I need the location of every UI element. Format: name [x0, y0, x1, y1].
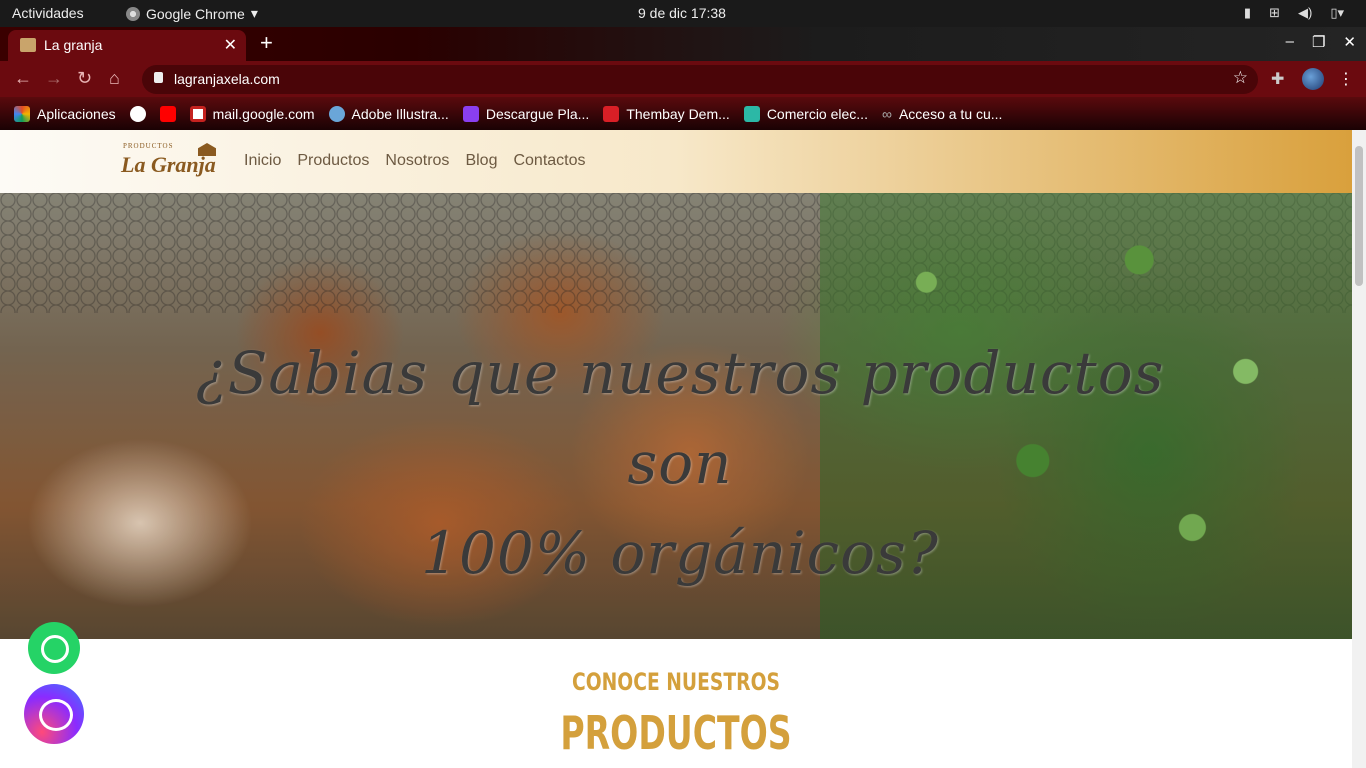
youtube-icon	[159, 105, 176, 122]
scrollbar-thumb[interactable]	[1355, 146, 1363, 286]
bookmark-comercio[interactable]: Comercio elec...	[743, 105, 868, 122]
nav-blog[interactable]: Blog	[465, 152, 497, 170]
bookmark-youtube[interactable]	[159, 105, 176, 122]
bookmark-label: Acceso a tu cu...	[898, 105, 1003, 122]
url-text[interactable]: lagranjaxela.com	[174, 71, 280, 87]
bookmark-descargue[interactable]: Descargue Pla...	[462, 105, 590, 122]
close-tab-icon[interactable]: ✕	[224, 35, 237, 55]
site-logo[interactable]: PRODUCTOS La Granja	[118, 140, 228, 184]
bookmark-label: Thembay Dem...	[626, 105, 730, 122]
window-controls: – ❐ ✕	[1286, 33, 1356, 51]
tab-la-granja[interactable]: La granja ✕	[8, 30, 246, 61]
gmail-icon	[189, 105, 206, 122]
chrome-icon	[126, 6, 140, 21]
bookmark-star-icon[interactable]: ☆	[1233, 68, 1248, 88]
page-scrollbar[interactable]	[1352, 130, 1366, 768]
bookmarks-bar: Aplicaciones mail.google.com Adobe Illus…	[0, 97, 1366, 130]
chevron-down-icon: ▾	[250, 5, 258, 21]
system-top-bar: Actividades Google Chrome ▾ 9 de dic 17:…	[0, 0, 1366, 27]
code-icon	[743, 105, 760, 122]
back-icon[interactable]: ←	[14, 68, 32, 89]
google-icon	[129, 105, 146, 122]
adobe-icon	[328, 105, 345, 122]
profile-avatar[interactable]	[1302, 68, 1324, 90]
system-tray[interactable]: ▮ ⊞ ◀) ▯▾	[1244, 5, 1344, 21]
tab-title: La granja	[44, 37, 103, 53]
favicon-icon	[20, 38, 36, 52]
address-bar[interactable]: lagranjaxela.com ☆	[142, 65, 1258, 94]
barn-icon	[198, 143, 216, 156]
site-navbar: PRODUCTOS La Granja Inicio Productos Nos…	[0, 130, 1352, 193]
nav-inicio[interactable]: Inicio	[244, 152, 281, 170]
nav-productos[interactable]: Productos	[297, 152, 369, 170]
app-menu-label: Google Chrome	[146, 5, 245, 22]
menu-kebab-icon[interactable]: ⋮	[1338, 69, 1354, 89]
battery-icon[interactable]: ▯▾	[1330, 5, 1344, 21]
thembay-icon	[603, 105, 620, 122]
bookmark-adobe[interactable]: Adobe Illustra...	[328, 105, 449, 122]
link-icon: ∞	[881, 105, 892, 122]
apps-grid-icon	[14, 105, 30, 122]
plugin-icon	[462, 105, 479, 122]
messenger-button[interactable]	[24, 684, 84, 744]
bookmark-label: mail.google.com	[212, 105, 315, 122]
hero-line-2: 100% orgánicos?	[421, 519, 939, 587]
close-window-icon[interactable]: ✕	[1343, 33, 1356, 51]
main-menu: Inicio Productos Nosotros Blog Contactos	[244, 152, 586, 170]
hero-headline: ¿Sabias que nuestros productos son 100% …	[160, 328, 1200, 598]
bookmark-gmail[interactable]: mail.google.com	[189, 105, 315, 122]
network-icon[interactable]: ⊞	[1269, 5, 1280, 21]
bookmark-acceso[interactable]: ∞ Acceso a tu cu...	[882, 106, 1002, 122]
clipboard-icon[interactable]: ▮	[1244, 5, 1251, 21]
whatsapp-button[interactable]	[28, 622, 80, 674]
bookmark-label: Descargue Pla...	[485, 105, 590, 122]
hero-banner: ¿Sabias que nuestros productos son 100% …	[0, 193, 1352, 639]
lock-icon[interactable]	[154, 72, 163, 83]
minimize-icon[interactable]: –	[1286, 33, 1294, 51]
extensions-icon[interactable]: ✚	[1271, 69, 1284, 89]
forward-icon[interactable]: →	[45, 68, 63, 89]
activities-button[interactable]: Actividades	[12, 5, 84, 21]
nav-contactos[interactable]: Contactos	[513, 152, 585, 170]
app-menu[interactable]: Google Chrome ▾	[126, 5, 258, 22]
nav-nosotros[interactable]: Nosotros	[385, 152, 449, 170]
bookmark-label: Adobe Illustra...	[351, 105, 449, 122]
bookmark-google[interactable]	[129, 105, 146, 122]
reload-icon[interactable]: ↻	[77, 68, 92, 89]
clock[interactable]: 9 de dic 17:38	[638, 5, 726, 21]
bookmark-aplicaciones[interactable]: Aplicaciones	[14, 105, 116, 122]
tab-strip: La granja ✕ + – ❐ ✕	[0, 27, 1366, 61]
bookmark-label: Comercio elec...	[766, 105, 868, 122]
hero-line-1: ¿Sabias que nuestros productos son	[195, 339, 1165, 497]
section-title: PRODUCTOS	[560, 706, 792, 760]
bookmark-thembay[interactable]: Thembay Dem...	[603, 105, 730, 122]
home-icon[interactable]: ⌂	[109, 68, 120, 89]
bookmark-label: Aplicaciones	[37, 105, 116, 122]
restore-icon[interactable]: ❐	[1312, 33, 1325, 51]
logo-small-text: PRODUCTOS	[123, 142, 174, 150]
volume-icon[interactable]: ◀)	[1298, 5, 1312, 21]
browser-toolbar: ← → ↻ ⌂ lagranjaxela.com ☆ ✚ ⋮	[0, 61, 1366, 97]
section-subtitle: CONOCE NUESTROS	[571, 668, 780, 696]
web-page: PRODUCTOS La Granja Inicio Productos Nos…	[0, 130, 1352, 768]
new-tab-button[interactable]: +	[260, 30, 273, 56]
